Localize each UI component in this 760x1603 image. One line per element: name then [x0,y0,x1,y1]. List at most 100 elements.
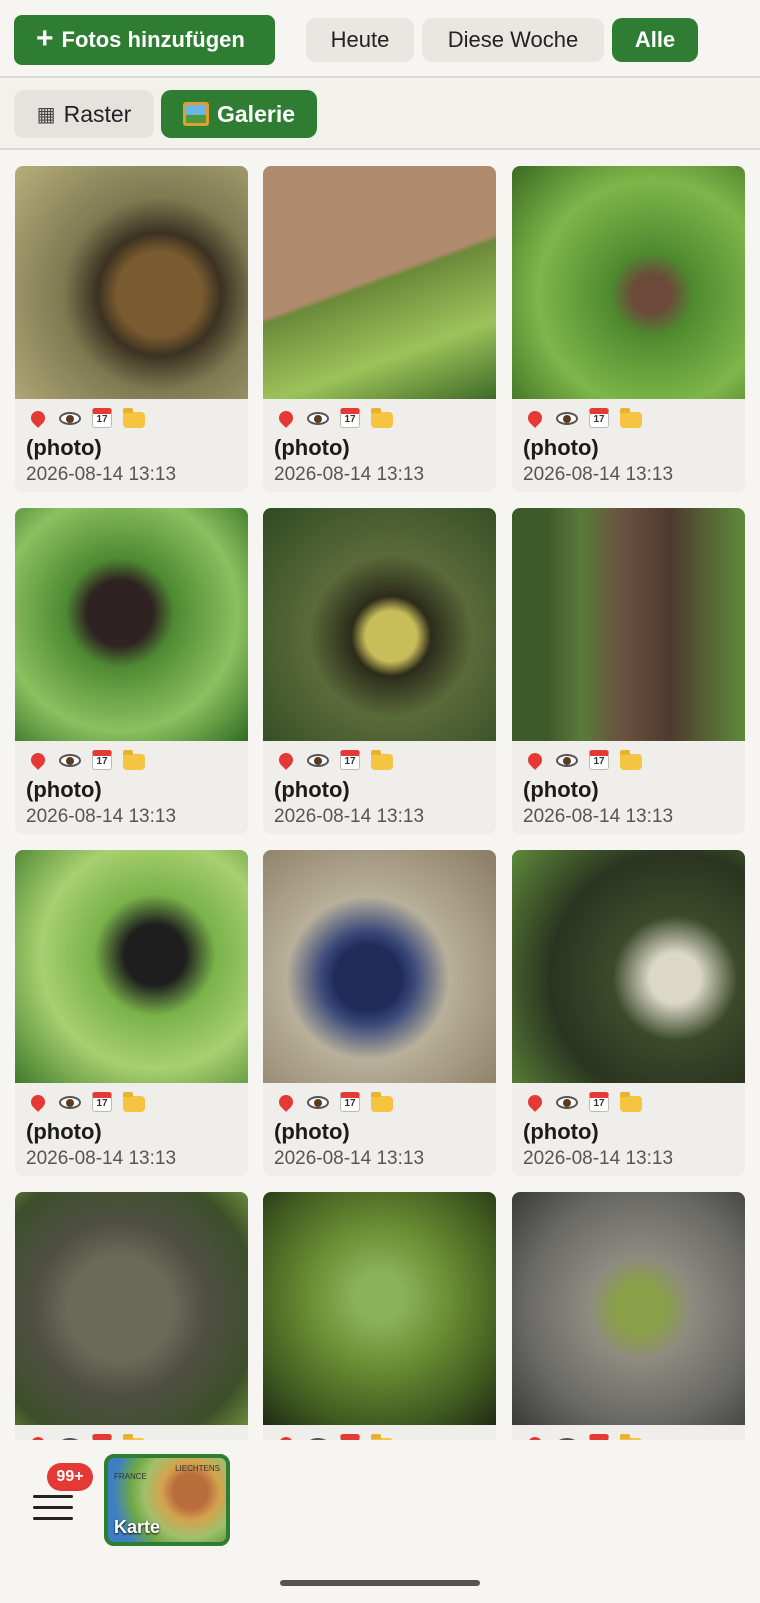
calendar-icon: 17 [90,749,114,771]
photo-title: (photo) [523,1119,599,1144]
photo-card[interactable]: 17(photo)2026-08-14 13:13 [15,508,248,834]
photo-status-icons: 17 [26,1089,237,1115]
folder-icon [122,407,146,429]
photo-meta: 17(photo)2026-08-14 13:13 [15,741,248,828]
filter-this-week[interactable]: Diese Woche [422,18,604,62]
photo-thumbnail[interactable] [263,850,496,1083]
photo-card[interactable]: 17(photo)2026-08-14 13:13 [15,1192,248,1440]
photo-thumbnail[interactable] [263,166,496,399]
photo-card[interactable]: 17(photo)2026-08-14 13:13 [263,166,496,492]
photo-thumbnail[interactable] [263,508,496,741]
photo-title: (photo) [274,1119,350,1144]
photo-date: 2026-08-14 13:13 [26,1148,177,1169]
folder-icon [370,749,394,771]
photo-status-icons: 17 [274,747,485,773]
filter-all-label: Alle [634,27,676,52]
photo-card[interactable]: 17(photo)2026-08-14 13:13 [512,850,745,1176]
photo-status-icons: 17 [523,405,734,431]
view-switch-bar: ▦ Raster Galerie [0,80,760,150]
calendar-icon: 17 [90,407,114,429]
filter-today[interactable]: Heute [306,18,414,62]
photo-thumbnail[interactable] [15,1192,248,1425]
photo-card[interactable]: 17(photo)2026-08-14 13:13 [512,508,745,834]
photo-thumbnail[interactable] [512,1192,745,1425]
add-photos-label: Fotos hinzufügen [61,27,245,52]
folder-icon [370,1433,394,1440]
filter-this-week-label: Diese Woche [447,27,579,52]
photo-title: (photo) [26,1119,102,1144]
photo-card[interactable]: 17 (photo) 2026-08-14 13:13 [15,850,248,1176]
map-country-label: LIECHTENS [175,1464,220,1473]
photo-card[interactable]: 17 (photo) 2026-08-14 13:13 [263,508,496,834]
location-pin-icon [523,749,547,771]
map-button[interactable]: FRANCE LIECHTENS Karte [104,1454,230,1546]
photo-thumbnail[interactable] [512,508,745,741]
photo-meta: 17 (photo) 2026-08-14 13:13 [15,1083,248,1170]
eye-icon [555,407,579,429]
photo-date: 2026-08-14 13:13 [274,1148,425,1169]
photo-thumbnail[interactable] [263,1192,496,1425]
location-pin-icon [523,1091,547,1113]
photo-card[interactable]: 17(photo)2026-08-14 13:13 [263,1192,496,1440]
add-photos-button[interactable]: + Fotos hinzufügen [14,15,275,65]
photo-thumbnail[interactable] [512,850,745,1083]
gallery-view-button[interactable]: Galerie [161,90,317,138]
photo-date: 2026-08-14 13:13 [26,464,177,485]
grid-view-label: Raster [63,100,132,127]
photo-meta: 17(photo)2026-08-14 13:13 [263,1425,496,1440]
photo-date: 2026-08-14 13:13 [274,806,425,827]
location-pin-icon [26,407,50,429]
notification-badge: 99+ [47,1463,93,1491]
calendar-icon: 17 [90,1433,114,1440]
photo-status-icons: 17 [274,1089,485,1115]
photo-card[interactable]: 17(photo)2026-08-14 13:13 [512,1192,745,1440]
calendar-icon: 17 [90,1091,114,1113]
photo-status-icons: 17 [26,747,237,773]
photo-meta: 17(photo)2026-08-14 13:13 [512,1083,745,1170]
location-pin-icon [26,1091,50,1113]
photo-card[interactable]: 17 (photo) 2026-08-14 13:13 [263,850,496,1176]
photo-title: (photo) [274,777,350,802]
filter-all[interactable]: Alle [612,18,698,62]
folder-icon [370,407,394,429]
eye-icon [306,407,330,429]
folder-icon [619,1433,643,1440]
home-indicator[interactable] [280,1580,480,1586]
folder-icon [122,1433,146,1440]
eye-icon [306,749,330,771]
plus-icon: + [36,21,54,55]
calendar-icon: 17 [338,407,362,429]
grid-view-button[interactable]: ▦ Raster [14,90,154,138]
photo-gallery: 17 (photo) 2026-08-14 13:13 17 (photo) 2026-0… [0,152,760,1440]
folder-icon [619,1091,643,1113]
photo-thumbnail[interactable] [512,166,745,399]
folder-icon [122,749,146,771]
photo-date: 2026-08-14 13:13 [523,806,674,827]
photo-title: (photo) [26,435,102,460]
photo-card[interactable]: 17 (photo) 2026-08-14 13:13 [15,166,248,492]
eye-icon [555,1433,579,1440]
photo-thumbnail[interactable] [15,850,248,1083]
location-pin-icon [523,407,547,429]
photo-date: 2026-08-14 13:13 [274,464,425,485]
folder-icon [370,1091,394,1113]
folder-icon [122,1091,146,1113]
location-pin-icon [26,749,50,771]
photo-thumbnail[interactable] [15,166,248,399]
photo-thumbnail[interactable] [15,508,248,741]
menu-icon[interactable] [33,1495,73,1525]
calendar-icon: 17 [338,1091,362,1113]
location-pin-icon [523,1433,547,1440]
photo-title: (photo) [523,777,599,802]
location-pin-icon [274,749,298,771]
photo-card[interactable]: 17(photo)2026-08-14 13:13 [512,166,745,492]
photo-title: (photo) [26,777,102,802]
photo-status-icons: 17 [274,1431,485,1440]
eye-icon [58,749,82,771]
bottom-bar: 99+ FRANCE LIECHTENS Karte [0,1440,760,1603]
eye-icon [58,1091,82,1113]
photo-status-icons: 17 [274,405,485,431]
calendar-icon: 17 [587,407,611,429]
photo-status-icons: 17 [26,1431,237,1440]
grid-icon: ▦ [36,103,56,126]
